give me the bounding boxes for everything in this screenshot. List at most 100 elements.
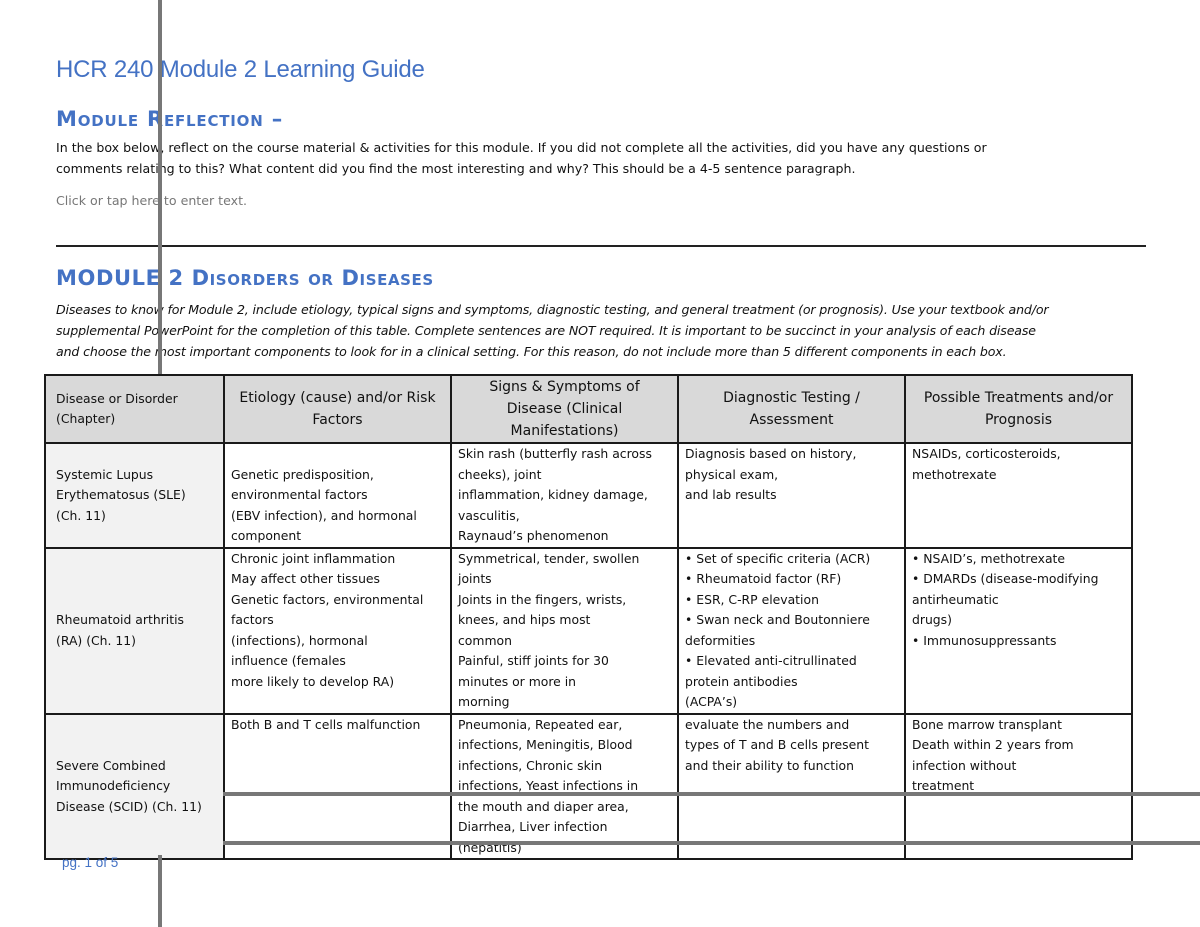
cell-text-line: • ESR, C-RP elevation (685, 591, 819, 607)
cell-text-line: Systemic Lupus (56, 466, 154, 482)
cell-text-line: (EBV infection), and hormonal (231, 507, 417, 523)
cell-text-line: Painful, stiff joints for 30 (458, 653, 609, 668)
cell-signs[interactable]: Skin rash (butterfly rash across cheeks),… (450, 442, 679, 549)
reflection-heading: Module Reflection – (56, 107, 284, 131)
cell-text-line: Skin rash (butterfly rash across (458, 446, 652, 461)
cell-text-line: knees, and hips most (458, 612, 591, 627)
reflection-instructions-line: comments relating to this? What content … (56, 161, 856, 176)
cell-etiology[interactable]: Genetic predisposition, environmental fac… (223, 442, 452, 549)
cell-text-line: cheeks), joint (458, 466, 542, 482)
cell-text-line: • NSAID’s, methotrexate (912, 550, 1066, 566)
cell-text-line: Signs & Symptoms of (489, 379, 640, 395)
cell-text-line: Chronic joint inflammation (231, 550, 396, 566)
table-row: Severe Combined Immunodeficiency Disease (… (44, 712, 1133, 860)
cell-text-line: Disease or Disorder (56, 390, 178, 406)
cell-text-line: • Immunosuppressants (912, 632, 1057, 648)
cell-text-line: infections, Meningitis, Blood (458, 737, 633, 752)
cell-text-line: (Ch. 11) (56, 507, 106, 523)
cell-text-line: Immunodeficiency (56, 778, 171, 793)
cell-text-line: • Set of specific criteria (ACR) (685, 550, 871, 566)
cell-text-line: Symmetrical, tender, swollen (458, 550, 640, 566)
header-etiology: Etiology (cause) and/or Risk Factors (223, 374, 452, 444)
guide-line-vertical (158, 855, 162, 927)
cell-text-line: infection without (912, 757, 1017, 773)
cell-text-line: • Rheumatoid factor (RF) (685, 571, 842, 586)
cell-text-line: minutes or more in (458, 673, 577, 689)
disorders-instructions-line: Diseases to know for Module 2, include e… (56, 302, 1049, 317)
disorders-instructions-line: supplemental PowerPoint for the completi… (56, 323, 1036, 338)
cell-text-line: Bone marrow transplant (912, 716, 1062, 732)
cell-text-line: component (231, 528, 302, 543)
cell-text-line: Assessment (749, 412, 834, 428)
disorders-instructions-line: and choose the most important components… (56, 344, 1007, 359)
table-row: Rheumatoid arthritis (RA) (Ch. 11) Chroni… (44, 546, 1133, 715)
cell-etiology[interactable]: Chronic joint inflammation May affect oth… (223, 546, 452, 715)
cell-disease[interactable]: Severe Combined Immunodeficiency Disease (… (44, 712, 225, 860)
cell-text-line: NSAIDs, corticosteroids, (912, 446, 1061, 461)
cell-text-line: Severe Combined (56, 757, 166, 773)
cell-text-line: drugs) (912, 612, 952, 627)
guide-line-horizontal (223, 792, 1200, 796)
cell-text-line: Possible Treatments and/or (923, 390, 1114, 406)
cell-treatment[interactable]: NSAIDs, corticosteroids, methotrexate (904, 442, 1133, 549)
cell-disease[interactable]: Rheumatoid arthritis (RA) (Ch. 11) (44, 546, 225, 715)
section-divider (56, 245, 1146, 247)
cell-text-line: environmental factors (231, 487, 368, 502)
cell-text-line: inflammation, kidney damage, (458, 487, 648, 502)
cell-text-line: joints (458, 571, 492, 586)
cell-text-line: Joints in the fingers, wrists, (458, 591, 627, 607)
cell-text-line: • Swan neck and Boutonniere (685, 612, 870, 627)
cell-diagnostic[interactable]: Diagnosis based on history, physical exam… (677, 442, 906, 549)
cell-text-line: and their ability to function (685, 757, 854, 773)
cell-text-line: Erythematosus (SLE) (56, 487, 186, 502)
disease-table: Disease or Disorder (Chapter) Etiology (c… (44, 374, 1133, 860)
cell-text-line: Prognosis (984, 412, 1052, 428)
cell-treatment[interactable]: • NSAID’s, methotrexate • DMARDs (disease… (904, 546, 1133, 715)
cell-diagnostic[interactable]: evaluate the numbers and types of T and B… (677, 712, 906, 860)
cell-text-line: May affect other tissues (231, 571, 381, 586)
cell-text-line: factors (231, 612, 274, 627)
cell-signs[interactable]: Symmetrical, tender, swollen joints Joints… (450, 546, 679, 715)
cell-text-line: infections, Chronic skin (458, 757, 603, 773)
cell-diagnostic[interactable]: • Set of specific criteria (ACR) • Rheuma… (677, 546, 906, 715)
disorders-instructions: Diseases to know for Module 2, include e… (56, 299, 1049, 362)
reflection-instructions-line: In the box below, reflect on the course … (56, 140, 987, 155)
header-signs: Signs & Symptoms of Disease (Clinical Mani… (450, 374, 679, 444)
cell-text-line: (ACPA’s) (685, 694, 738, 709)
cell-text-line: Genetic factors, environmental (231, 591, 424, 607)
cell-text-line: Pneumonia, Repeated ear, (458, 716, 623, 732)
cell-text-line: more likely to develop RA) (231, 673, 395, 689)
cell-text-line: methotrexate (912, 466, 997, 482)
cell-treatment[interactable]: Bone marrow transplant Death within 2 yea… (904, 712, 1133, 860)
reflection-instructions: In the box below, reflect on the course … (56, 137, 987, 179)
cell-text-line: influence (females (231, 653, 346, 668)
cell-text-line: Etiology (cause) and/or Risk (239, 390, 436, 406)
cell-signs[interactable]: Pneumonia, Repeated ear, infections, Meni… (450, 712, 679, 860)
disorders-heading: MODULE 2 Disorders or Diseases (56, 266, 434, 290)
reflection-text-input[interactable]: Click or tap here to enter text. (56, 193, 247, 208)
document-title: HCR 240 Module 2 Learning Guide (56, 56, 425, 83)
cell-text-line: Genetic predisposition, (231, 466, 374, 482)
cell-disease[interactable]: Systemic Lupus Erythematosus (SLE) (Ch. 11… (44, 442, 225, 549)
table-row: Systemic Lupus Erythematosus (SLE) (Ch. 11… (44, 442, 1133, 549)
cell-text-line: • DMARDs (disease-modifying (912, 571, 1099, 586)
page-number: pg. 1 of 5 (62, 855, 119, 870)
cell-text-line: the mouth and diaper area, (458, 798, 629, 814)
cell-text-line: (infections), hormonal (231, 632, 368, 648)
header-treatment: Possible Treatments and/or Prognosis (904, 374, 1133, 444)
cell-text-line: Factors (312, 412, 363, 428)
cell-text-line: Death within 2 years from (912, 737, 1074, 752)
cell-text-line: (RA) (Ch. 11) (56, 632, 137, 648)
cell-text-line: Rheumatoid arthritis (56, 612, 184, 627)
guide-line-horizontal (223, 841, 1200, 845)
cell-text-line: Disease (SCID) (Ch. 11) (56, 798, 202, 814)
guide-line-vertical (158, 0, 162, 374)
cell-text-line: Manifestations) (510, 423, 619, 439)
cell-text-line: antirheumatic (912, 591, 999, 607)
cell-etiology[interactable]: Both B and T cells malfunction (223, 712, 452, 860)
cell-text-line: Diagnostic Testing / (723, 390, 860, 406)
cell-text-line: physical exam, (685, 466, 779, 482)
cell-text-line: protein antibodies (685, 673, 798, 689)
cell-text-line: Both B and T cells malfunction (231, 716, 421, 732)
cell-text-line: common (458, 632, 512, 648)
